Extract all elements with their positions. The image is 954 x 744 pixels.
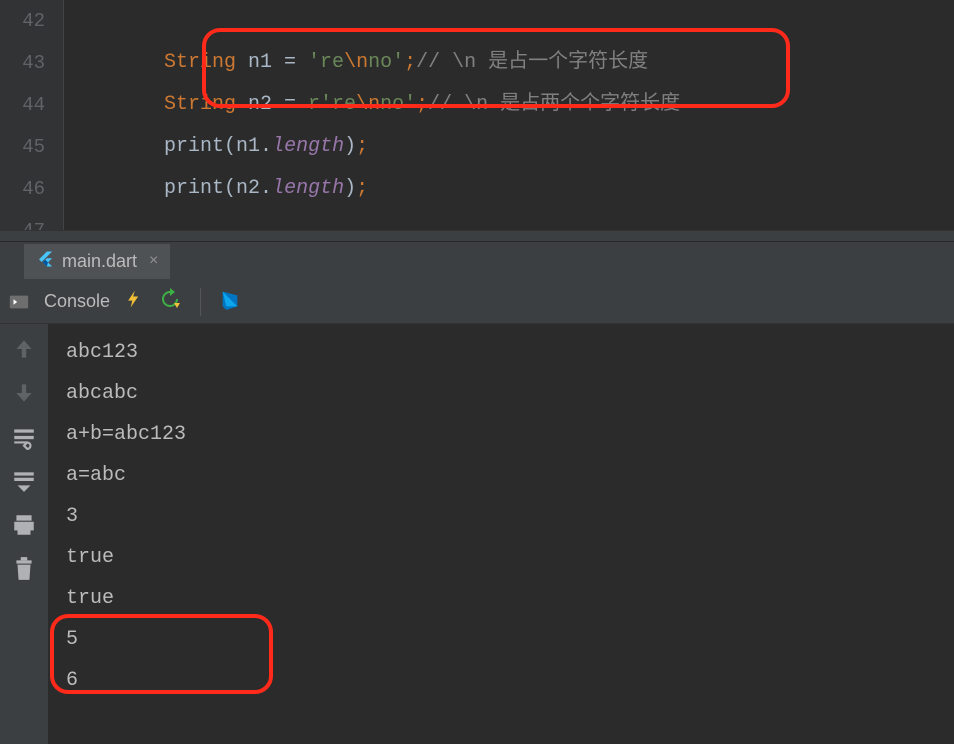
code-token: 're <box>308 51 344 74</box>
tab-label: main.dart <box>62 251 137 272</box>
code-token: \n <box>344 51 368 74</box>
code-line[interactable]: String n1 = 're\nno';// \n 是占一个字符长度 <box>89 42 954 84</box>
arrow-up-icon[interactable] <box>11 336 37 362</box>
soft-wrap-icon[interactable] <box>11 424 37 450</box>
code-token: ; <box>416 93 428 116</box>
code-token: no' <box>368 51 404 74</box>
code-token: String <box>164 93 248 116</box>
console-output-line: true <box>66 578 936 619</box>
code-token: length <box>272 135 344 158</box>
run-console-icon[interactable] <box>8 291 30 313</box>
code-token: . <box>260 177 272 200</box>
code-token: String <box>164 51 248 74</box>
code-token: ( <box>224 135 236 158</box>
code-token: no' <box>380 93 416 116</box>
code-token: length <box>272 177 344 200</box>
console-toolbar: Console <box>0 280 954 324</box>
code-line[interactable]: print(n2.length); <box>89 168 954 210</box>
code-token: n1 <box>236 135 260 158</box>
print-icon[interactable] <box>11 512 37 538</box>
console-output-line: 6 <box>66 660 936 701</box>
code-token: print <box>164 177 224 200</box>
code-token: r're <box>308 93 356 116</box>
code-token: ; <box>356 177 368 200</box>
tab-main-dart[interactable]: main.dart × <box>24 244 170 279</box>
code-token: // \n 是占一个字符长度 <box>416 51 648 74</box>
trash-icon[interactable] <box>11 556 37 582</box>
console-output-line: abcabc <box>66 373 936 414</box>
run-tab-bar: main.dart × <box>0 242 954 280</box>
console-output-line: a+b=abc123 <box>66 414 936 455</box>
code-token: n2 <box>236 177 260 200</box>
code-token: = <box>284 51 308 74</box>
code-line[interactable] <box>89 210 954 230</box>
close-icon[interactable]: × <box>145 252 158 270</box>
code-token: ; <box>356 135 368 158</box>
line-number: 44 <box>0 84 45 126</box>
code-token: ) <box>344 177 356 200</box>
panel-separator[interactable] <box>0 230 954 242</box>
code-line[interactable] <box>89 0 954 42</box>
scroll-to-end-icon[interactable] <box>11 468 37 494</box>
console-output-line: true <box>66 537 936 578</box>
console-output-line: 5 <box>66 619 936 660</box>
code-token: // \n 是占两个个字符长度 <box>428 93 680 116</box>
reload-icon[interactable] <box>158 287 182 316</box>
line-number: 42 <box>0 0 45 42</box>
flutter-icon <box>36 250 54 273</box>
code-token: ( <box>224 177 236 200</box>
console-output[interactable]: abc123abcabca+b=abc123a=abc3truetrue56 <box>48 324 954 744</box>
console-side-toolbar <box>0 324 48 744</box>
code-editor: 42 43 44 45 46 47 String n1 = 're\nno';/… <box>0 0 954 230</box>
dart-icon[interactable] <box>219 288 241 315</box>
code-token: n1 <box>248 51 284 74</box>
code-token: ) <box>344 135 356 158</box>
code-line[interactable]: String n2 = r're\nno';// \n 是占两个个字符长度 <box>89 84 954 126</box>
code-content[interactable]: String n1 = 're\nno';// \n 是占一个字符长度Strin… <box>63 0 954 230</box>
line-number: 43 <box>0 42 45 84</box>
toolbar-separator <box>200 288 201 316</box>
console-output-line: 3 <box>66 496 936 537</box>
console-label: Console <box>44 291 110 312</box>
line-number-gutter: 42 43 44 45 46 47 <box>0 0 63 230</box>
code-token: ; <box>404 51 416 74</box>
arrow-down-icon[interactable] <box>11 380 37 406</box>
code-token: . <box>260 135 272 158</box>
code-line[interactable]: print(n1.length); <box>89 126 954 168</box>
console-output-line: abc123 <box>66 332 936 373</box>
line-number: 45 <box>0 126 45 168</box>
code-token: \n <box>356 93 380 116</box>
code-token: = <box>284 93 308 116</box>
console-output-line: a=abc <box>66 455 936 496</box>
console-panel: abc123abcabca+b=abc123a=abc3truetrue56 <box>0 324 954 744</box>
lightning-icon[interactable] <box>124 287 144 316</box>
code-token: n2 <box>248 93 284 116</box>
code-token: print <box>164 135 224 158</box>
line-number: 47 <box>0 210 45 230</box>
line-number: 46 <box>0 168 45 210</box>
